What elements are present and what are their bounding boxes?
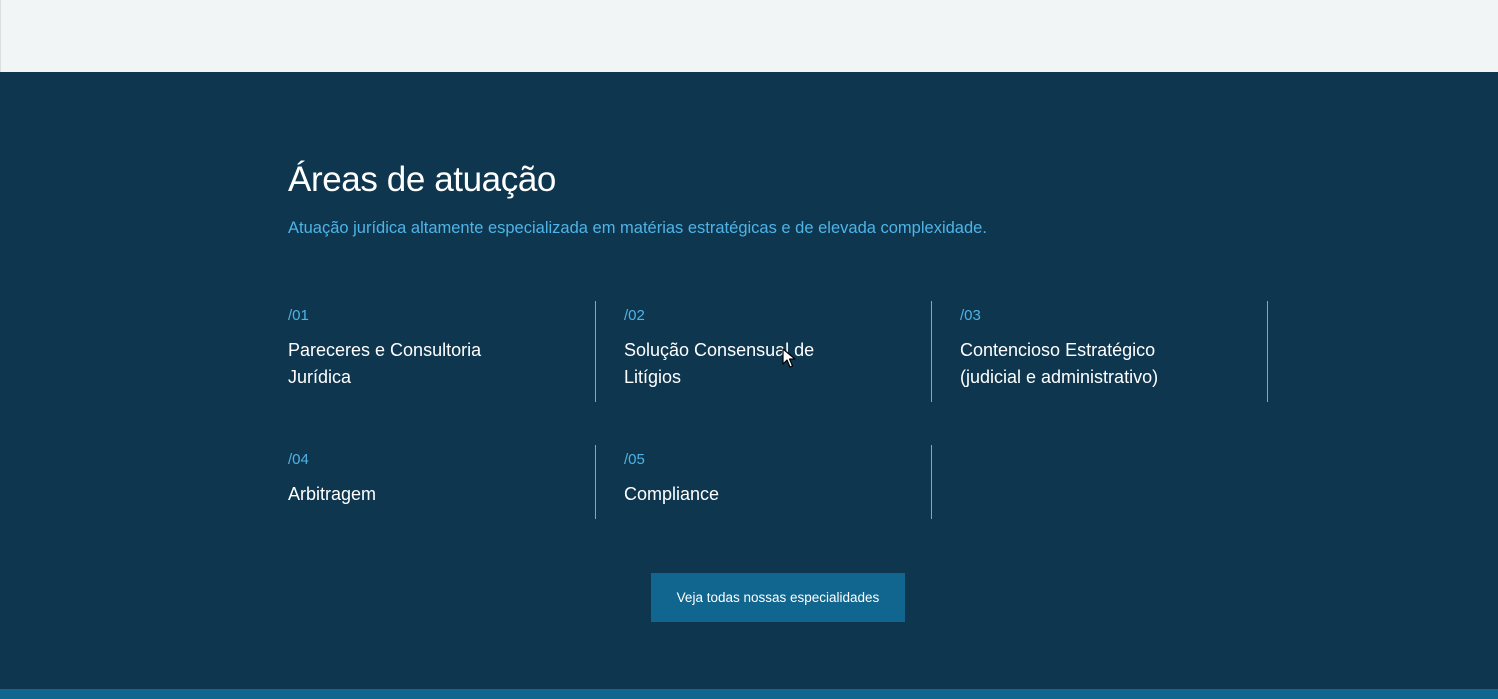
card-divider [595,445,596,519]
practice-area-number: /03 [960,307,981,324]
practice-area-name: Arbitragem [288,484,377,504]
header-band [0,0,1498,72]
practice-area-number: /05 [624,451,645,468]
card-divider [931,301,932,402]
section-title: Áreas de atuação [288,160,556,199]
practice-area-number: /02 [624,307,645,324]
card-divider [595,301,596,402]
practice-area-number: /01 [288,307,309,324]
practice-area-name: Contencioso Estratégico (judicial e admi… [960,340,1159,387]
practice-area-number: /04 [288,451,309,468]
practice-area-card-04[interactable]: /04 Arbitragem [288,445,596,519]
view-all-specialties-button[interactable]: Veja todas nossas especialidades [651,573,905,622]
mouse-pointer-icon [782,348,796,368]
footer-band [0,689,1498,699]
practice-area-card-05[interactable]: /05 Compliance [624,445,932,519]
practice-areas-section: Áreas de atuação Atuação jurídica altame… [0,72,1498,689]
practice-area-name: Pareceres e Consultoria Jurídica [288,340,482,387]
card-divider [931,445,932,519]
section-subtitle: Atuação jurídica altamente especializada… [288,219,987,237]
practice-area-name: Solução Consensual de Litígios [624,340,815,387]
practice-area-card-03[interactable]: /03 Contencioso Estratégico (judicial e … [960,301,1268,402]
card-divider [1267,301,1268,402]
practice-area-card-01[interactable]: /01 Pareceres e Consultoria Jurídica [288,301,596,402]
practice-area-card-02[interactable]: /02 Solução Consensual de Litígios [624,301,932,402]
practice-area-name: Compliance [624,484,720,504]
